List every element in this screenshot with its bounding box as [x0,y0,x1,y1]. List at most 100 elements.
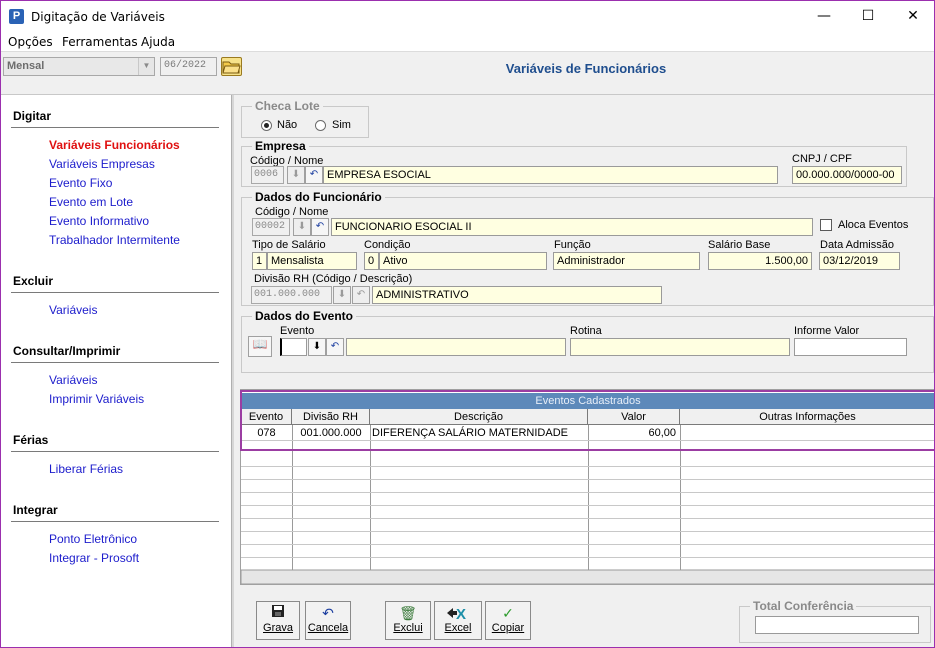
checa-lote-title: Checa Lote [252,99,323,113]
radio-nao[interactable] [261,120,272,131]
undo-icon[interactable]: ↶ [326,338,344,356]
divisao-code-field[interactable]: 001.000.000 [251,286,332,304]
sidebar-item-trabalhador-intermitente[interactable]: Trabalhador Intermitente [49,233,180,247]
cnpj-field[interactable]: 00.000.000/0000-00 [792,166,902,184]
sidebar-item-variaveis-empresas[interactable]: Variáveis Empresas [49,157,155,171]
data-admissao-label: Data Admissão [820,239,894,251]
sidebar-item-evento-em-lote[interactable]: Evento em Lote [49,195,133,209]
aloca-eventos-label: Aloca Eventos [838,219,909,231]
sidebar-divider [11,362,219,363]
open-folder-button[interactable] [221,57,242,76]
sidebar-item-imprimir-variaveis[interactable]: Imprimir Variáveis [49,392,144,406]
menu-ferramentas[interactable]: Ferramentas [62,35,138,49]
grid-caption: Eventos Cadastrados [241,393,934,409]
download-icon[interactable]: ⬇ [333,286,351,304]
menu-opcoes[interactable]: Opções [8,35,53,49]
col-divisao[interactable]: Divisão RH [292,409,370,425]
grava-button[interactable]: Grava [256,601,300,640]
sidebar-item-liberar-ferias[interactable]: Liberar Férias [49,462,123,476]
col-descricao[interactable]: Descrição [370,409,588,425]
evento-group: Dados do Evento 📖 Evento ⬇ ↶ Rotina Info… [241,309,934,373]
radio-nao-label: Não [277,119,298,131]
sidebar-section-digitar: Digitar [13,109,52,123]
total-conferencia-field[interactable] [755,616,919,634]
funcao-field[interactable]: Administrador [553,252,700,270]
menu-ajuda[interactable]: Ajuda [141,35,175,49]
svg-text:X: X [456,606,466,622]
empresa-name-field[interactable]: EMPRESA ESOCIAL [323,166,778,184]
undo-icon[interactable]: ↶ [305,166,323,184]
download-icon[interactable]: ⬇ [308,338,326,356]
tipo-salario-label: Tipo de Salário [252,239,326,251]
funcionario-code-label: Código / Nome [255,206,329,218]
download-icon[interactable]: ⬇ [287,166,305,184]
app-window: P Digitação de Variáveis — ☐ ✕ Opções Fe… [0,0,935,648]
evento-code-field[interactable] [280,338,307,356]
download-icon[interactable]: ⬇ [293,218,311,236]
period-date-field[interactable]: 06/2022 [160,57,217,76]
checa-lote-group: Checa Lote Não Sim [241,99,369,138]
sidebar-item-consultar-variaveis[interactable]: Variáveis [49,373,97,387]
tipo-salario-field[interactable]: Mensalista [267,252,357,270]
condicao-code-field[interactable]: 0 [364,252,379,270]
col-valor[interactable]: Valor [588,409,680,425]
radio-sim-label: Sim [332,119,351,131]
toolbar: Mensal ▼ 06/2022 Variáveis de Funcionári… [1,53,934,95]
salario-base-field[interactable]: 1.500,00 [708,252,812,270]
sidebar-section-ferias: Férias [13,433,49,447]
maximize-button[interactable]: ☐ [845,1,891,32]
divisao-desc-field[interactable]: ADMINISTRATIVO [372,286,662,304]
sidebar-item-excluir-variaveis[interactable]: Variáveis [49,303,97,317]
funcionario-group: Dados do Funcionário Código / Nome 00002… [241,190,934,306]
col-evento[interactable]: Evento [241,409,292,425]
funcionario-code-field[interactable]: 00002 [252,218,290,236]
excel-button[interactable]: X Excel [434,601,482,640]
funcionario-name-field[interactable]: FUNCIONARIO ESOCIAL II [331,218,813,236]
sidebar-divider [11,127,219,128]
grava-label: Grava [263,622,293,634]
trash-icon: 🗑 [399,605,417,621]
informe-valor-field[interactable] [794,338,907,356]
funcionario-title: Dados do Funcionário [252,190,385,204]
chevron-down-icon[interactable]: ▼ [138,58,154,75]
exclui-button[interactable]: 🗑 Exclui [385,601,431,640]
sidebar: Digitar Variáveis Funcionários Variáveis… [1,95,231,647]
sidebar-item-variaveis-funcionarios[interactable]: Variáveis Funcionários [49,138,180,152]
aloca-eventos-checkbox[interactable] [820,219,832,231]
evento-desc-field[interactable] [346,338,566,356]
minimize-button[interactable]: — [801,1,847,32]
cancela-button[interactable]: ↶ Cancela [305,601,351,640]
sidebar-item-integrar-prosoft[interactable]: Integrar - Prosoft [49,551,139,565]
grid-lines [241,425,934,584]
close-button[interactable]: ✕ [890,1,934,32]
condicao-label: Condição [364,239,411,251]
period-select[interactable]: Mensal ▼ [3,57,155,76]
book-icon[interactable]: 📖 [248,336,272,357]
cnpj-label: CNPJ / CPF [792,153,852,165]
data-admissao-field[interactable]: 03/12/2019 [819,252,900,270]
copiar-button[interactable]: ✓ Copiar [485,601,531,640]
col-outras[interactable]: Outras Informações [680,409,934,425]
sidebar-section-integrar: Integrar [13,503,58,517]
undo-icon[interactable]: ↶ [311,218,329,236]
undo-icon: ↶ [322,605,334,621]
sidebar-item-evento-fixo[interactable]: Evento Fixo [49,176,112,190]
sidebar-section-consultar: Consultar/Imprimir [13,344,121,358]
condicao-field[interactable]: Ativo [379,252,547,270]
tipo-salario-code-field[interactable]: 1 [252,252,267,270]
sidebar-item-evento-informativo[interactable]: Evento Informativo [49,214,149,228]
excel-icon: X [435,604,481,623]
sidebar-divider [11,292,219,293]
undo-icon[interactable]: ↶ [352,286,370,304]
salario-base-label: Salário Base [708,239,771,251]
sidebar-item-ponto-eletronico[interactable]: Ponto Eletrônico [49,532,137,546]
folder-open-icon [222,61,241,74]
radio-sim[interactable] [315,120,326,131]
total-conferencia-title: Total Conferência [750,599,857,613]
window-title: Digitação de Variáveis [31,10,165,24]
empresa-code-field[interactable]: 0006 [251,166,284,184]
rotina-field[interactable] [570,338,790,356]
sidebar-splitter[interactable] [231,95,234,647]
total-conferencia-group: Total Conferência [739,599,931,643]
excel-label: Excel [444,622,472,634]
